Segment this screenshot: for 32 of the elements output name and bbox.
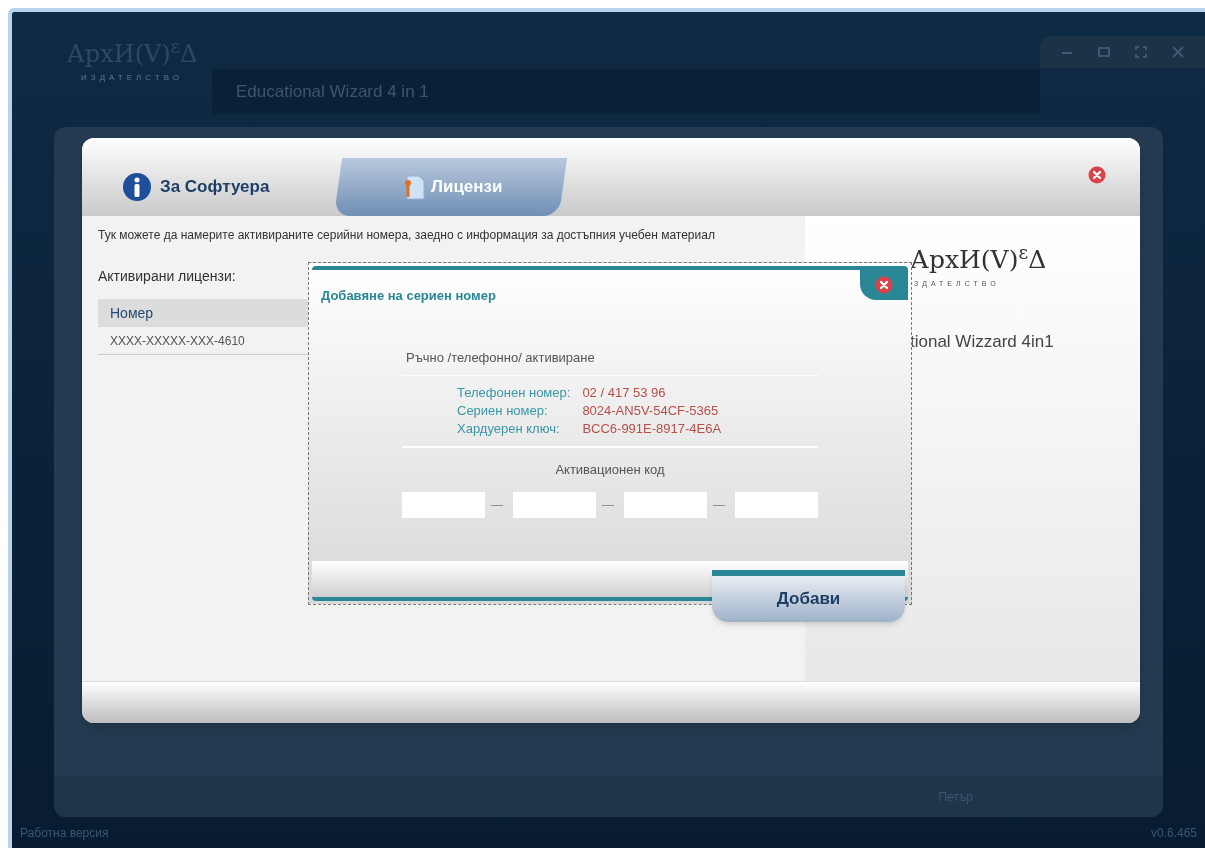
detail-value: 02 / 417 53 96	[582, 384, 667, 402]
maximize-icon[interactable]	[1097, 46, 1110, 58]
close-icon[interactable]	[1088, 166, 1106, 184]
detail-label: Телефонен номер:	[457, 384, 571, 402]
status-text: Работна версия	[20, 824, 109, 842]
separator: —	[602, 496, 614, 514]
code-field[interactable]	[735, 491, 818, 518]
publisher-logo: АрхИ(V)$^{ε}$Δ	[910, 241, 1048, 276]
detail-label: Сериен номер:	[457, 402, 549, 420]
code-field[interactable]	[402, 491, 485, 518]
info-icon	[122, 172, 152, 202]
version-text: v0.6.465	[1150, 824, 1197, 842]
table-cell-text: XXXX-XXXXX-XXX-4610	[110, 332, 245, 350]
column-header: Номер	[110, 303, 154, 323]
detail-label: Хардуерен ключ:	[457, 420, 561, 438]
close-icon[interactable]	[875, 276, 893, 294]
add-button[interactable]: Добави	[712, 570, 905, 622]
detail-value: BCC6-991E-8917-4E6A	[582, 420, 723, 438]
licenses-label: Активирани лицензи:	[98, 267, 237, 286]
detail-value: 8024-AN5V-54CF-5365	[582, 402, 720, 420]
separator: —	[713, 496, 725, 514]
separator: —	[491, 496, 503, 514]
activation-code-label: Активационен код	[554, 461, 666, 479]
code-field[interactable]	[624, 491, 707, 518]
code-field[interactable]	[513, 491, 596, 518]
dialog-title: Добавяне на сериен номер	[321, 287, 496, 305]
fullscreen-icon[interactable]	[1135, 46, 1148, 58]
section-title: Ръчно /телефонно/ активиране	[402, 347, 818, 376]
intro-text: Тук можете да намерите активираните серийни номера, заедно с информация за достъпния учебен материал	[98, 228, 716, 242]
app-title: Educational Wizard 4 in 1	[236, 80, 429, 103]
tab[interactable]: За Софтуера	[122, 158, 322, 216]
logo-subtitle: ИЗДАТЕЛСТВО	[81, 72, 183, 84]
